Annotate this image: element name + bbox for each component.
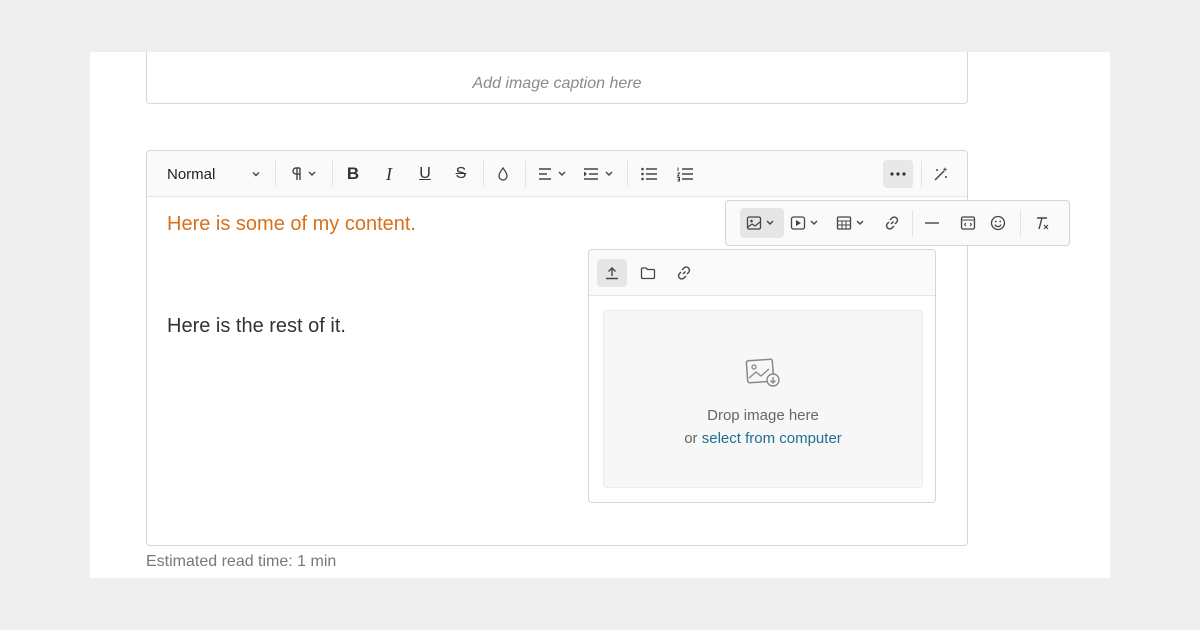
magic-wand-icon <box>934 167 948 181</box>
clear-formatting-button[interactable] <box>1028 208 1056 238</box>
more-icon <box>890 172 906 176</box>
upload-icon <box>606 267 618 280</box>
image-dropzone[interactable]: Drop image here or select from computer <box>603 310 923 488</box>
image-source-tabs <box>589 250 935 296</box>
insert-divider-button[interactable] <box>918 208 946 238</box>
underline-button[interactable]: U <box>411 160 439 188</box>
formatting-toolbar: Normal B I U S <box>147 151 967 197</box>
horizontal-rule-icon <box>925 222 939 224</box>
bold-icon: B <box>346 164 360 183</box>
content-paragraph[interactable]: Here is the rest of it. <box>167 315 346 338</box>
chevron-down-icon <box>252 172 260 177</box>
italic-button[interactable]: I <box>375 160 403 188</box>
numbered-list-button[interactable] <box>671 160 699 188</box>
text-style-select[interactable]: Normal <box>159 160 269 188</box>
drop-or-text: or <box>684 430 698 447</box>
toolbar-divider <box>525 161 526 187</box>
toolbar-divider <box>627 161 628 187</box>
toolbar-divider <box>332 161 333 187</box>
strikethrough-icon: S <box>455 165 467 182</box>
drop-image-title: Drop image here <box>707 407 819 424</box>
align-dropdown[interactable] <box>533 160 573 188</box>
folder-icon <box>640 267 656 280</box>
insert-emoji-button[interactable] <box>984 208 1012 238</box>
toolbar-divider <box>275 161 276 187</box>
link-icon <box>677 266 691 280</box>
drop-image-subtitle: or select from computer <box>684 430 842 447</box>
toolbar-divider <box>921 161 922 187</box>
align-icon <box>539 168 566 180</box>
image-insert-panel: Drop image here or select from computer <box>588 249 936 503</box>
bold-button[interactable]: B <box>339 160 367 188</box>
insert-embed-button[interactable] <box>954 208 982 238</box>
select-from-computer-link[interactable]: select from computer <box>702 430 842 447</box>
image-icon <box>746 216 774 230</box>
read-time-label: Estimated read time: 1 min <box>146 553 337 570</box>
bullet-list-icon <box>641 167 657 181</box>
embed-icon <box>960 216 976 230</box>
insert-video-dropdown[interactable] <box>788 208 824 238</box>
tab-upload[interactable] <box>597 259 627 287</box>
italic-icon: I <box>386 163 392 184</box>
tab-url[interactable] <box>669 259 699 287</box>
indent-icon <box>584 168 613 180</box>
insert-image-dropdown[interactable] <box>740 208 784 238</box>
video-icon <box>790 216 818 230</box>
tab-library[interactable] <box>633 259 663 287</box>
indent-dropdown[interactable] <box>579 160 619 188</box>
toolbar-divider <box>912 210 913 236</box>
table-icon <box>836 216 864 230</box>
clear-format-icon <box>1037 217 1049 230</box>
insert-table-dropdown[interactable] <box>834 208 870 238</box>
toolbar-divider <box>483 161 484 187</box>
toolbar-divider <box>1020 210 1021 236</box>
content-paragraph-highlighted[interactable]: Here is some of my content. <box>167 213 416 236</box>
image-caption-field[interactable]: Add image caption here <box>146 52 968 104</box>
text-color-button[interactable] <box>489 160 517 188</box>
underline-icon: U <box>419 165 431 182</box>
text-style-label: Normal <box>167 165 216 183</box>
caption-placeholder: Add image caption here <box>472 74 642 92</box>
insert-link-button[interactable] <box>878 208 906 238</box>
link-icon <box>885 216 899 230</box>
more-options-button[interactable] <box>883 160 913 188</box>
numbered-list-icon <box>676 167 693 182</box>
emoji-icon <box>990 215 1006 231</box>
paragraph-dropdown[interactable] <box>285 160 325 188</box>
insert-toolbar <box>725 200 1070 246</box>
image-drop-icon <box>745 358 780 387</box>
ai-assist-button[interactable] <box>927 160 955 188</box>
strikethrough-button[interactable]: S <box>447 160 475 188</box>
paragraph-icon <box>292 167 316 180</box>
bullet-list-button[interactable] <box>635 160 663 188</box>
color-drop-icon <box>498 166 508 181</box>
